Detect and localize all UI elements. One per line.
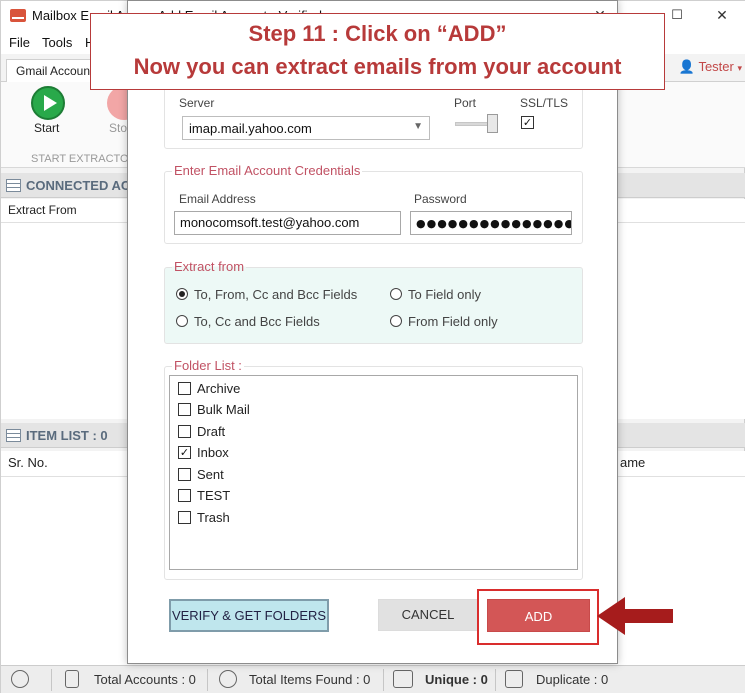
radio-icon bbox=[176, 315, 188, 327]
cancel-button[interactable]: CANCEL bbox=[378, 599, 478, 631]
folder-checkbox[interactable] bbox=[178, 403, 191, 416]
folder-list[interactable]: Archive Bulk Mail Draft ✓ Inbox Sent TES… bbox=[169, 375, 578, 570]
password-field[interactable]: ●●●●●●●●●●●●●●●●● bbox=[410, 211, 572, 235]
table-icon bbox=[6, 429, 21, 442]
callout-line-1: Step 11 : Click on “ADD” bbox=[248, 21, 507, 46]
ribbon-group-label: START EXTRACTO bbox=[31, 153, 129, 165]
duplicate-icon bbox=[505, 670, 523, 688]
folder-checkbox[interactable] bbox=[178, 382, 191, 395]
folder-name: Inbox bbox=[197, 445, 229, 460]
folder-checkbox[interactable] bbox=[178, 425, 191, 438]
folder-list-title: Folder List : bbox=[172, 358, 244, 373]
email-field[interactable]: monocomsoft.test@yahoo.com bbox=[174, 211, 401, 235]
folder-checkbox[interactable] bbox=[178, 468, 191, 481]
credentials-title: Enter Email Account Credentials bbox=[172, 163, 363, 178]
tab-gmail-account[interactable]: Gmail Account bbox=[6, 59, 104, 83]
status-separator bbox=[495, 669, 496, 691]
folder-name: Draft bbox=[197, 424, 226, 439]
folder-checkbox[interactable] bbox=[178, 511, 191, 524]
folder-name: Sent bbox=[197, 467, 224, 482]
total-items-found: Total Items Found : 0 bbox=[249, 672, 371, 687]
status-separator bbox=[383, 669, 384, 691]
mail-app-icon bbox=[10, 9, 26, 22]
ssl-label: SSL/TLS bbox=[520, 96, 569, 110]
at-sign-icon bbox=[219, 670, 237, 688]
folder-name: Trash bbox=[197, 510, 230, 525]
folder-name: TEST bbox=[197, 488, 231, 503]
item-list-title: ITEM LIST : 0 bbox=[26, 428, 108, 443]
server-label: Server bbox=[179, 96, 215, 110]
folder-checkbox[interactable]: ✓ bbox=[178, 446, 191, 459]
server-select[interactable]: imap.mail.yahoo.com ▼ bbox=[182, 116, 430, 140]
port-slider-thumb[interactable] bbox=[487, 114, 498, 133]
server-value: imap.mail.yahoo.com bbox=[189, 121, 312, 136]
table-icon bbox=[6, 179, 21, 192]
extract-from-group: Extract from To, From, Cc and Bcc Fields… bbox=[164, 259, 583, 344]
start-icon[interactable] bbox=[31, 86, 65, 120]
menu-tools[interactable]: Tools bbox=[42, 35, 72, 50]
stop-label[interactable]: Sto bbox=[109, 121, 127, 135]
folder-name: Bulk Mail bbox=[197, 402, 250, 417]
column-name: ame bbox=[620, 455, 646, 470]
option-all-fields-label: To, From, Cc and Bcc Fields bbox=[194, 287, 358, 302]
option-to-cc-bcc-label: To, Cc and Bcc Fields bbox=[194, 314, 320, 329]
unique-icon bbox=[393, 670, 413, 688]
add-button-highlight bbox=[477, 589, 599, 645]
chevron-down-icon: ▼ bbox=[413, 121, 423, 132]
column-extract-from: Extract From bbox=[8, 203, 77, 217]
credentials-group: Enter Email Account Credentials Email Ad… bbox=[164, 163, 583, 244]
user-menu[interactable]: 👤 Tester ▾ bbox=[679, 59, 742, 75]
radio-selected-icon bbox=[176, 288, 188, 300]
unique-count: Unique : 0 bbox=[425, 672, 488, 687]
callout-line-2: Now you can extract emails from your acc… bbox=[133, 54, 622, 79]
clock-icon bbox=[11, 670, 29, 688]
status-bar: Total Accounts : 0 Total Items Found : 0… bbox=[1, 665, 745, 693]
duplicate-count: Duplicate : 0 bbox=[536, 672, 609, 687]
total-accounts: Total Accounts : 0 bbox=[94, 672, 196, 687]
chevron-down-icon: ▾ bbox=[737, 63, 742, 73]
folder-name: Archive bbox=[197, 381, 241, 396]
radio-icon bbox=[390, 315, 402, 327]
verify-get-folders-button[interactable]: VERIFY & GET FOLDERS bbox=[169, 599, 329, 632]
user-name: Tester bbox=[698, 59, 734, 74]
ssl-checkbox[interactable]: ✓ bbox=[521, 116, 534, 129]
status-separator bbox=[207, 669, 208, 691]
column-sr-no: Sr. No. bbox=[8, 455, 48, 470]
status-separator bbox=[51, 669, 52, 691]
close-button[interactable]: ✕ bbox=[702, 3, 742, 29]
document-icon bbox=[65, 670, 79, 688]
connected-accounts-title: CONNECTED AC bbox=[26, 178, 131, 193]
user-icon: 👤 bbox=[678, 60, 696, 75]
port-label: Port bbox=[454, 96, 477, 110]
add-account-dialog: Add Email Account - Verified ✕ Server im… bbox=[127, 0, 618, 664]
pointer-arrow-icon bbox=[597, 597, 673, 635]
option-from-only-label: From Field only bbox=[408, 314, 498, 329]
tutorial-callout: Step 11 : Click on “ADD” Now you can ext… bbox=[90, 13, 665, 90]
extract-from-title: Extract from bbox=[172, 259, 247, 274]
menu-file[interactable]: File bbox=[9, 35, 30, 50]
option-to-only-label: To Field only bbox=[408, 287, 481, 302]
start-label[interactable]: Start bbox=[34, 121, 59, 135]
password-label: Password bbox=[414, 192, 467, 206]
folder-checkbox[interactable] bbox=[178, 489, 191, 502]
email-label: Email Address bbox=[179, 192, 256, 206]
radio-icon bbox=[390, 288, 402, 300]
